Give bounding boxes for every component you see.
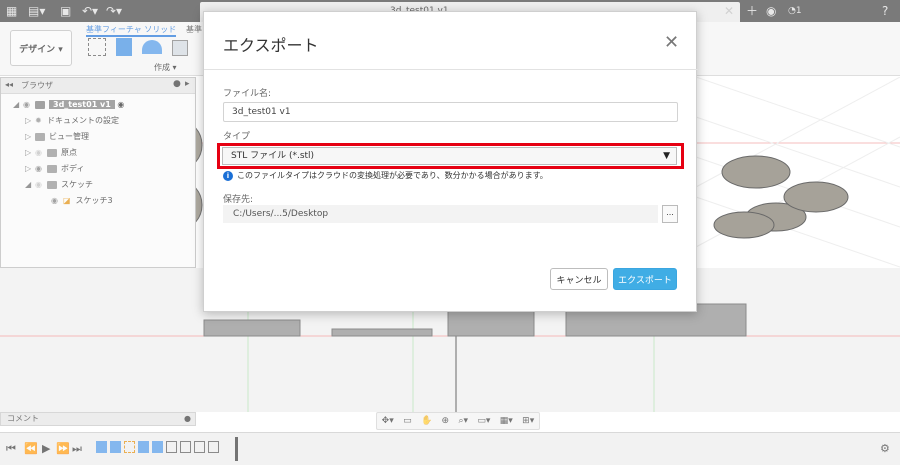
file-type-select[interactable]: STL ファイル (*.stl) ▼	[222, 147, 677, 165]
export-button[interactable]: エクスポート	[613, 268, 677, 290]
info-text: このファイルタイプはクラウドの変換処理が必要であり、数分かかる場合があります。	[237, 171, 548, 180]
info-message: i このファイルタイプはクラウドの変換処理が必要であり、数分かかる場合があります。	[223, 170, 548, 181]
info-icon: i	[223, 171, 233, 181]
save-location-label: 保存先:	[223, 195, 254, 205]
browse-button[interactable]: ...	[662, 205, 678, 223]
dialog-divider	[204, 69, 698, 70]
dropdown-arrow-icon: ▼	[663, 151, 670, 161]
filename-input[interactable]	[223, 102, 678, 122]
save-location-field[interactable]: C:/Users/...5/Desktop	[223, 205, 658, 223]
dialog-title: エクスポート	[223, 36, 319, 55]
file-type-value: STL ファイル (*.stl)	[231, 151, 315, 161]
export-dialog: エクスポート ✕ ファイル名: タイプ STL ファイル (*.stl) ▼ i…	[203, 11, 698, 312]
type-label: タイプ	[223, 132, 251, 142]
close-icon[interactable]: ✕	[664, 32, 679, 53]
filename-label: ファイル名:	[223, 89, 272, 99]
cancel-button[interactable]: キャンセル	[550, 268, 608, 290]
